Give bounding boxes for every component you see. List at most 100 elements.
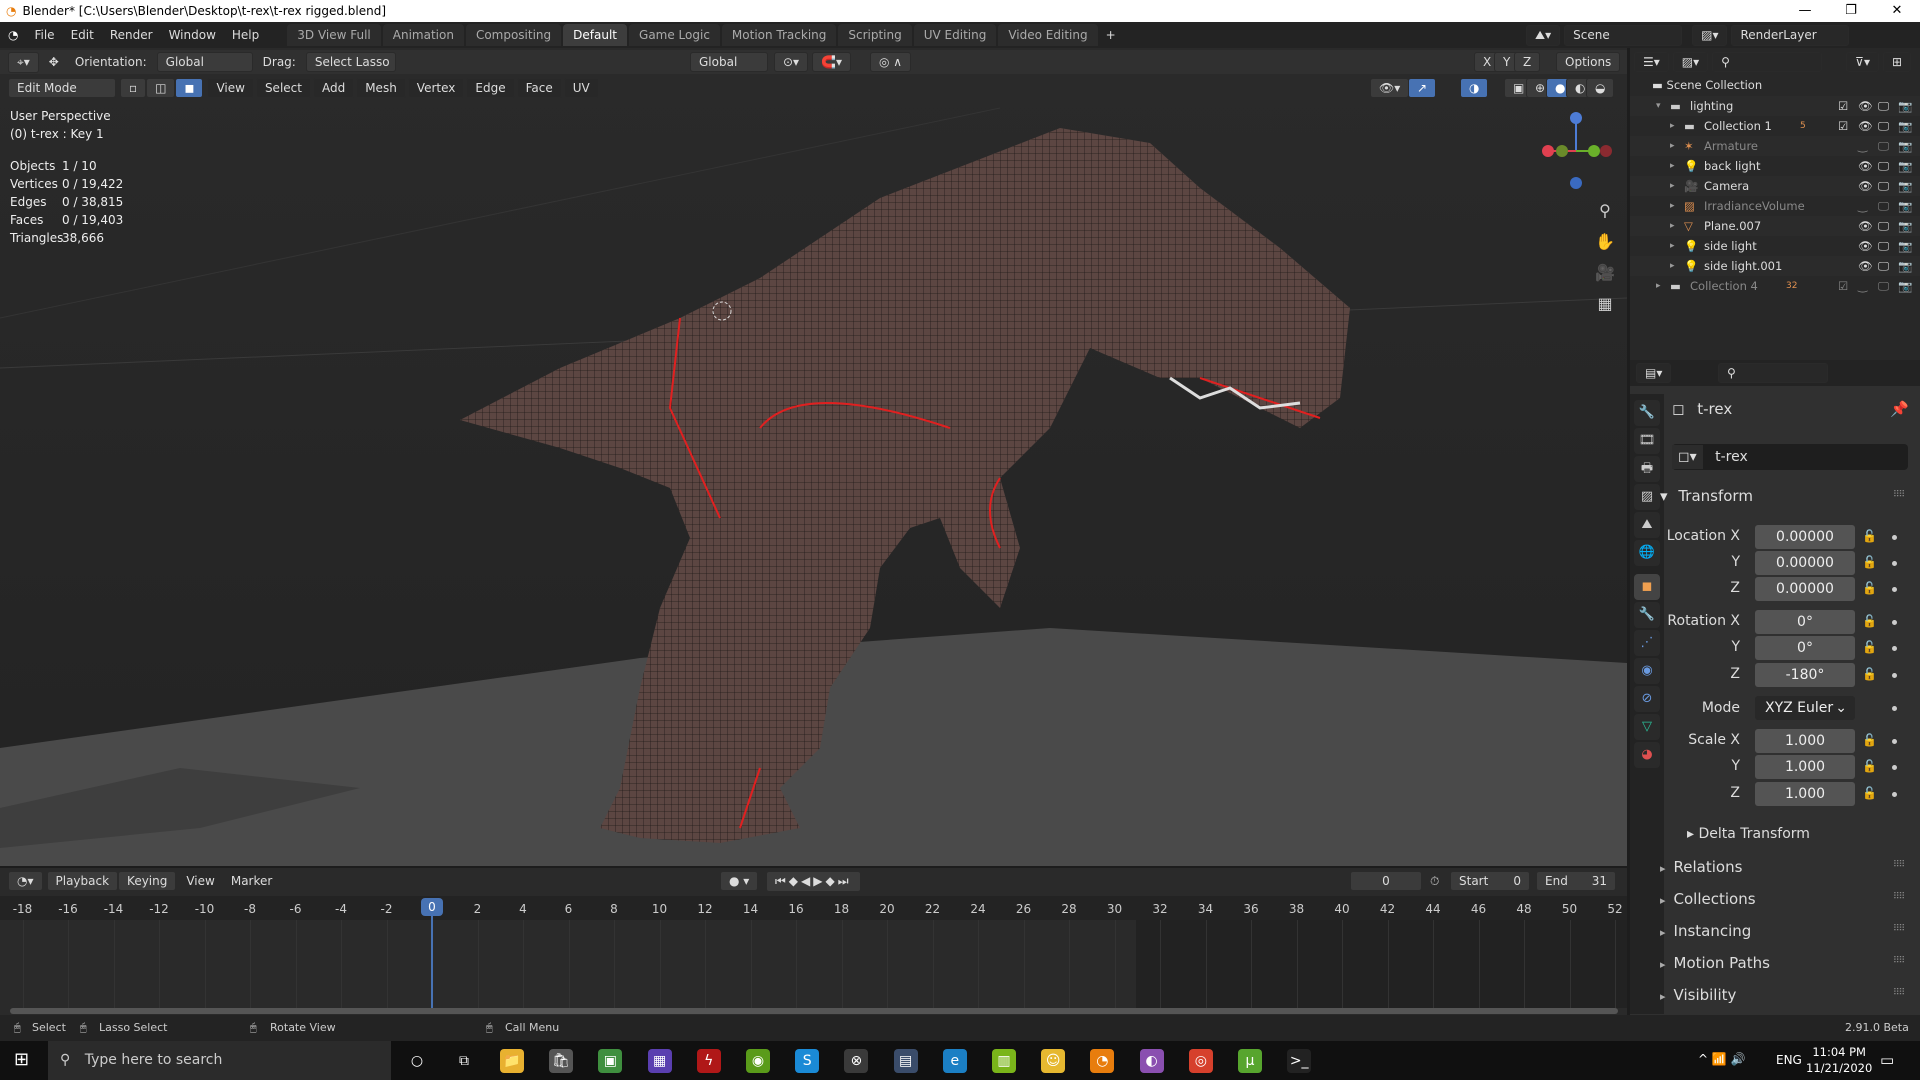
display-mode-icon[interactable]: ▨▾ (1672, 52, 1709, 72)
expand-arrow-icon[interactable]: ▸ (1670, 116, 1675, 136)
app-gradient-icon[interactable]: ◐ (1139, 1049, 1164, 1073)
menu-vertex[interactable]: Vertex (407, 78, 465, 98)
windows-start-icon[interactable]: ⊞ (14, 1049, 29, 1070)
3d-cursor[interactable] (712, 301, 732, 321)
playhead-line[interactable] (431, 900, 433, 1012)
menu-uv[interactable]: UV (563, 78, 599, 98)
viewport-disable-icon[interactable]: 🖵 (1878, 176, 1889, 196)
end-frame-field[interactable]: End 31 (1536, 871, 1616, 891)
value-field[interactable]: 0° (1755, 636, 1855, 660)
viewport-disable-icon[interactable]: 🖵 (1878, 236, 1889, 256)
expand-arrow-icon[interactable]: ▸ (1670, 156, 1675, 176)
keyframe-dot[interactable] (1892, 587, 1897, 592)
filter-icon[interactable]: ⊽▾ (1846, 52, 1879, 72)
start-frame-field[interactable]: Start 0 (1450, 871, 1530, 891)
keyframe-dot[interactable] (1892, 739, 1897, 744)
maximize-button[interactable]: ❐ (1828, 0, 1874, 22)
outliner-row[interactable]: ▸ 💡 back light 👁 🖵 📷 (1630, 156, 1920, 176)
close-button[interactable]: ✕ (1874, 0, 1920, 22)
tray-icons[interactable]: ^ 📶 🔊 (1698, 1052, 1746, 1066)
tool-tab-icon[interactable]: 🔧 (1634, 400, 1660, 426)
viewport-disable-icon[interactable]: 🖵 (1878, 216, 1889, 236)
snap-icon[interactable]: 🧲▾ (812, 52, 851, 72)
outliner-row[interactable]: ▸ ▽ Plane.007 👁 🖵 📷 (1630, 216, 1920, 236)
preview-range-icon[interactable]: ⏱ (1430, 874, 1439, 889)
viewport-disable-icon[interactable]: 🖵 (1878, 256, 1889, 276)
outliner-row[interactable]: ▸ ▬ Collection 1 5 ☑ 👁 🖵 📷 (1630, 116, 1920, 136)
chrome-icon[interactable]: ◎ (1188, 1049, 1213, 1073)
value-field[interactable]: -180° (1755, 663, 1855, 687)
skype-icon[interactable]: S (795, 1049, 820, 1073)
menu-view[interactable]: View (207, 78, 254, 98)
value-field[interactable]: 0° (1755, 610, 1855, 634)
viewport-disable-icon[interactable]: 🖵 (1878, 96, 1889, 116)
viewport-disable-icon[interactable]: 🖵 (1878, 276, 1889, 296)
menu-file[interactable]: File (26, 28, 62, 42)
menu-help[interactable]: Help (224, 28, 267, 42)
render-disable-icon[interactable]: 📷 (1898, 96, 1912, 116)
store-icon[interactable]: 🛍 (549, 1049, 574, 1073)
visibility-eye-icon[interactable]: 👁 (1858, 116, 1873, 136)
expand-arrow-icon[interactable]: ▸ (1670, 216, 1675, 236)
app-lime-icon[interactable]: ▥ (992, 1049, 1016, 1073)
add-workspace-button[interactable]: + (1098, 28, 1124, 42)
tab-motion-tracking[interactable]: Motion Tracking (721, 24, 837, 46)
current-frame-field[interactable]: 0 (1350, 871, 1422, 891)
minimize-button[interactable]: — (1782, 0, 1828, 22)
auto-keying-toggle[interactable]: ● ▾ (720, 871, 759, 891)
zoom-icon[interactable]: ⚲ (1594, 195, 1616, 226)
keyframe-dot[interactable] (1892, 646, 1897, 651)
expand-arrow-icon[interactable]: ▸ (1670, 196, 1675, 216)
exclude-checkbox[interactable]: ☑ (1838, 96, 1848, 116)
keyframe-dot[interactable] (1892, 792, 1897, 797)
value-field[interactable]: 1.000 (1755, 729, 1855, 753)
mirror-z[interactable]: Z (1514, 52, 1541, 72)
vertex-select-mode[interactable]: ▫ (120, 78, 147, 98)
terminal-icon[interactable]: >_ (1287, 1049, 1312, 1073)
app-purple-icon[interactable]: ▦ (647, 1049, 672, 1073)
app-yellow-icon[interactable]: ☺ (1041, 1049, 1066, 1073)
orientation-dropdown[interactable]: Global (156, 52, 253, 72)
lock-icon[interactable]: 🔓 (1862, 786, 1877, 800)
blender-icon[interactable]: ◔ (1090, 1049, 1115, 1073)
panel-instancing[interactable]: ▸ Instancing (1660, 922, 1751, 940)
xbox-icon[interactable]: ⊗ (844, 1049, 869, 1073)
lock-icon[interactable]: 🔓 (1862, 759, 1877, 773)
value-field[interactable]: 0.00000 (1755, 525, 1855, 549)
object-datablock-field[interactable]: ◻▾ t-rex (1672, 444, 1908, 470)
editor-type-icon[interactable]: ▤▾ (1636, 363, 1672, 383)
render-disable-icon[interactable]: 📷 (1898, 216, 1912, 236)
view-layer-icon[interactable]: ▨▾ (1692, 25, 1728, 46)
visibility-selectability-icon[interactable]: 👁▾ (1370, 78, 1410, 98)
expand-arrow-icon[interactable]: ▸ (1656, 276, 1661, 296)
drag-handle-icon[interactable]: ⠿⠿ (1893, 892, 1905, 902)
view-layer-field[interactable]: RenderLayer (1731, 25, 1850, 46)
options-dropdown[interactable]: Options (1556, 52, 1621, 72)
drag-handle-icon[interactable]: ⠿⠿ (1893, 956, 1905, 966)
nvidia-icon[interactable]: ◉ (746, 1049, 770, 1073)
expand-arrow-icon[interactable]: ▾ (1656, 96, 1661, 116)
viewport-disable-icon[interactable]: 🖵 (1878, 196, 1889, 216)
render-disable-icon[interactable]: 📷 (1898, 256, 1912, 276)
playback-controls[interactable]: ⏮◆◀▶◆⏭ (766, 870, 861, 892)
exclude-checkbox[interactable]: ☑ (1838, 116, 1848, 136)
3d-viewport[interactable]: User Perspective (0) t-rex : Key 1 Objec… (0, 48, 1627, 866)
viewport-disable-icon[interactable]: 🖵 (1878, 156, 1889, 176)
visibility-eye-icon[interactable]: 👁 (1858, 156, 1873, 176)
visibility-eye-icon[interactable]: ‿ (1858, 136, 1867, 156)
pivot-point-icon[interactable]: ⊙▾ (774, 52, 809, 72)
properties-search-input[interactable]: ⚲ (1718, 363, 1828, 383)
tab-video-editing[interactable]: Video Editing (998, 24, 1098, 46)
viewport-disable-icon[interactable]: 🖵 (1878, 116, 1889, 136)
exclude-checkbox[interactable]: ☑ (1838, 276, 1848, 296)
edge-select-mode[interactable]: ◫ (146, 78, 176, 98)
delta-transform-subpanel[interactable]: ▸ Delta Transform (1687, 826, 1810, 842)
tab-3d-view-full[interactable]: 3D View Full (287, 24, 381, 46)
tab-compositing[interactable]: Compositing (465, 24, 562, 46)
drag-dropdown[interactable]: Select Lasso (305, 52, 396, 72)
clock[interactable]: 11:04 PM 11/21/2020 (1806, 1044, 1872, 1076)
playhead-frame-badge[interactable]: 0 (421, 898, 443, 916)
render-disable-icon[interactable]: 📷 (1898, 196, 1912, 216)
file-explorer-icon[interactable]: 📁 (500, 1049, 524, 1073)
proportional-edit-icon[interactable]: ◎ ∧ (870, 52, 912, 72)
